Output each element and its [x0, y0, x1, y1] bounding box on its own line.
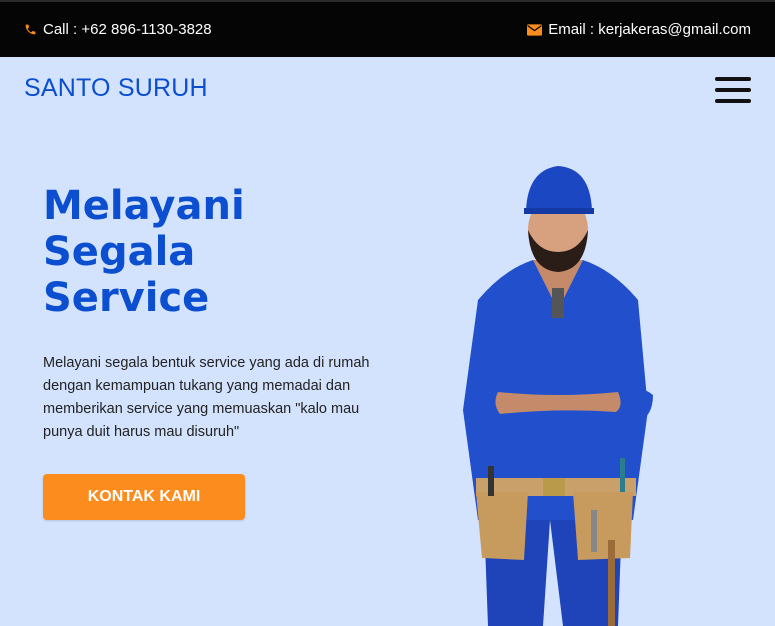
- hero-description: Melayani segala bentuk service yang ada …: [43, 355, 370, 440]
- email-info[interactable]: Email : kerjakeras@gmail.com: [527, 21, 751, 38]
- brand-logo[interactable]: SANTO SURUH: [24, 74, 208, 103]
- contact-button[interactable]: KONTAK KAMI: [43, 474, 245, 520]
- top-contact-bar: Call : +62 896-1130-3828 Email : kerjake…: [0, 0, 775, 57]
- hamburger-line: [715, 88, 751, 92]
- hero-title-line: Melayani: [43, 183, 245, 229]
- hamburger-line: [715, 77, 751, 81]
- call-info[interactable]: Call : +62 896-1130-3828: [24, 21, 212, 38]
- hero-title: Melayani Segala Service: [43, 183, 343, 321]
- hamburger-menu-icon[interactable]: [715, 77, 751, 103]
- worker-illustration: [448, 160, 668, 626]
- call-text: Call : +62 896-1130-3828: [43, 21, 212, 38]
- phone-icon: [24, 23, 37, 36]
- navbar: SANTO SURUH: [0, 57, 775, 119]
- hamburger-line: [715, 99, 751, 103]
- email-text: Email : kerjakeras@gmail.com: [548, 21, 751, 38]
- hero-title-line: Service: [43, 275, 210, 321]
- envelope-icon: [527, 23, 543, 36]
- hero-title-line: Segala: [43, 229, 196, 275]
